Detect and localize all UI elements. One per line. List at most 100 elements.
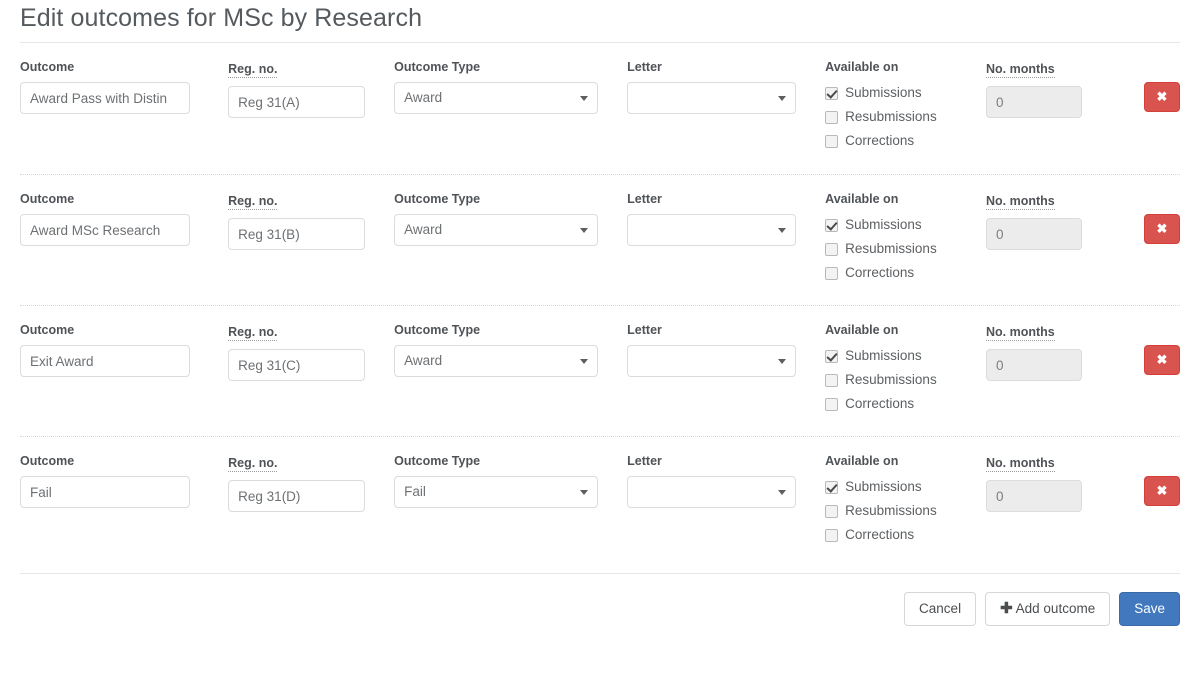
checkbox-submissions-box[interactable] <box>825 481 838 494</box>
checkbox-submissions-label: Submissions <box>845 348 922 364</box>
column-reg: Reg. no. <box>228 454 365 512</box>
checkbox-corrections[interactable]: Corrections <box>825 130 964 152</box>
label-outcome-type: Outcome Type <box>394 60 598 74</box>
outcome-input[interactable] <box>20 214 190 246</box>
label-reg-no: Reg. no. <box>228 325 277 341</box>
letter-select[interactable] <box>627 476 796 508</box>
checkbox-corrections-box[interactable] <box>825 529 838 542</box>
column-delete: ✖ <box>1144 454 1180 506</box>
available-on-group: Submissions Resubmissions Corrections <box>825 476 964 546</box>
label-outcome: Outcome <box>20 192 199 206</box>
letter-select-wrapper <box>627 476 796 508</box>
label-available-on: Available on <box>825 60 964 74</box>
checkbox-corrections-label: Corrections <box>845 133 914 149</box>
outcome-type-select[interactable]: Award <box>394 82 598 114</box>
checkbox-corrections-box[interactable] <box>825 267 838 280</box>
outcome-input[interactable] <box>20 82 190 114</box>
outcome-type-select-wrapper: Award <box>394 214 598 246</box>
letter-select[interactable] <box>627 214 796 246</box>
no-months-input[interactable] <box>986 480 1082 512</box>
column-type: Outcome TypeAward <box>394 323 598 377</box>
delete-row-button[interactable]: ✖ <box>1144 214 1180 244</box>
checkbox-corrections[interactable]: Corrections <box>825 262 964 284</box>
label-letter: Letter <box>627 60 796 74</box>
outcome-row: Outcome Reg. no. Outcome Type Award Letter Av… <box>20 43 1180 174</box>
outcome-row: OutcomeReg. no.Outcome TypeFailLetterAva… <box>20 436 1180 567</box>
column-outcome: Outcome <box>20 323 199 377</box>
checkbox-corrections-label: Corrections <box>845 527 914 543</box>
column-months: No. months <box>986 454 1082 512</box>
outcome-type-select[interactable]: Award <box>394 214 598 246</box>
checkbox-resubmissions-box[interactable] <box>825 374 838 387</box>
column-type: Outcome Type Award <box>394 192 598 246</box>
column-outcome: Outcome <box>20 60 199 114</box>
reg-no-input[interactable] <box>228 218 365 250</box>
checkbox-submissions-box[interactable] <box>825 219 838 232</box>
close-icon: ✖ <box>1157 352 1168 367</box>
close-icon: ✖ <box>1157 483 1168 498</box>
label-outcome: Outcome <box>20 323 199 337</box>
column-months: No. months <box>986 323 1082 381</box>
checkbox-corrections[interactable]: Corrections <box>825 524 964 546</box>
checkbox-corrections-box[interactable] <box>825 398 838 411</box>
checkbox-submissions-label: Submissions <box>845 479 922 495</box>
available-on-group: Submissions ResubmissionsCorrections <box>825 345 964 415</box>
delete-row-button[interactable]: ✖ <box>1144 476 1180 506</box>
delete-row-button[interactable]: ✖ <box>1144 82 1180 112</box>
column-delete: ✖ <box>1144 192 1180 244</box>
outcome-type-select[interactable]: Fail <box>394 476 598 508</box>
column-type: Outcome TypeFail <box>394 454 598 508</box>
checkbox-resubmissions[interactable]: Resubmissions <box>825 500 964 522</box>
checkbox-submissions-box[interactable] <box>825 350 838 363</box>
outcome-input[interactable] <box>20 476 190 508</box>
checkbox-resubmissions[interactable]: Resubmissions <box>825 369 964 391</box>
outcome-row: OutcomeReg. no.Outcome TypeAwardLetterAv… <box>20 174 1180 305</box>
label-outcome-type: Outcome Type <box>394 192 598 206</box>
no-months-input[interactable] <box>986 349 1082 381</box>
reg-no-input[interactable] <box>228 86 365 118</box>
checkbox-submissions[interactable]: Submissions <box>825 214 964 236</box>
column-letter: Letter <box>627 60 796 114</box>
outcome-input[interactable] <box>20 345 190 377</box>
checkbox-resubmissions-box[interactable] <box>825 243 838 256</box>
checkbox-resubmissions[interactable]: Resubmissions <box>825 238 964 260</box>
letter-select[interactable] <box>627 82 796 114</box>
label-reg-no: Reg. no. <box>228 456 277 472</box>
cancel-button[interactable]: Cancel <box>904 592 976 626</box>
label-reg-no: Reg. no. <box>228 62 277 78</box>
column-months: No. months <box>986 192 1082 250</box>
no-months-input[interactable] <box>986 86 1082 118</box>
checkbox-resubmissions[interactable]: Resubmissions <box>825 106 964 128</box>
column-months: No. months <box>986 60 1082 118</box>
checkbox-corrections-box[interactable] <box>825 135 838 148</box>
checkbox-submissions[interactable]: Submissions <box>825 345 964 367</box>
add-outcome-label: Add outcome <box>1016 601 1096 616</box>
reg-no-input[interactable] <box>228 480 365 512</box>
checkbox-submissions-box[interactable] <box>825 87 838 100</box>
checkbox-submissions-label: Submissions <box>845 85 922 101</box>
label-no-months: No. months <box>986 62 1055 78</box>
letter-select-wrapper <box>627 214 796 246</box>
label-outcome: Outcome <box>20 454 199 468</box>
letter-select[interactable] <box>627 345 796 377</box>
reg-no-input[interactable] <box>228 349 365 381</box>
delete-row-button[interactable]: ✖ <box>1144 345 1180 375</box>
no-months-input[interactable] <box>986 218 1082 250</box>
outcome-type-select[interactable]: Award <box>394 345 598 377</box>
checkbox-resubmissions-box[interactable] <box>825 111 838 124</box>
label-reg-no: Reg. no. <box>228 194 277 210</box>
label-outcome: Outcome <box>20 60 199 74</box>
outcome-type-select-wrapper: Award <box>394 82 598 114</box>
checkbox-submissions[interactable]: Submissions <box>825 82 964 104</box>
checkbox-resubmissions-label: Resubmissions <box>845 241 937 257</box>
column-letter: Letter <box>627 323 796 377</box>
column-delete: ✖ <box>1144 60 1180 112</box>
checkbox-submissions[interactable]: Submissions <box>825 476 964 498</box>
edit-outcomes-page: Edit outcomes for MSc by Research Outcom… <box>0 0 1200 684</box>
checkbox-corrections[interactable]: Corrections <box>825 393 964 415</box>
save-button[interactable]: Save <box>1119 592 1180 626</box>
add-outcome-button[interactable]: ✚Add outcome <box>985 592 1110 626</box>
form-actions: Cancel ✚Add outcome Save <box>20 574 1180 626</box>
checkbox-resubmissions-box[interactable] <box>825 505 838 518</box>
outcome-type-select-wrapper: Fail <box>394 476 598 508</box>
